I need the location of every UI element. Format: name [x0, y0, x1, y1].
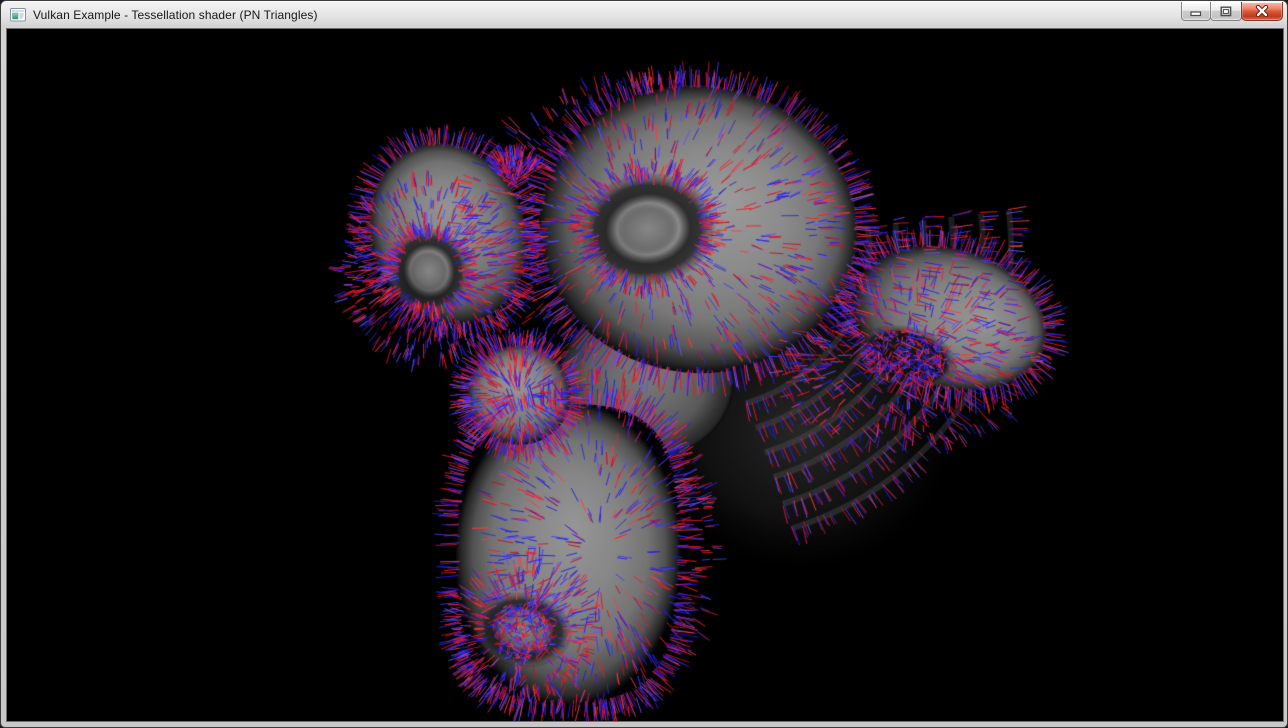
- window-title: Vulkan Example - Tessellation shader (PN…: [33, 8, 318, 22]
- minimize-button[interactable]: [1181, 2, 1211, 21]
- app-window: Vulkan Example - Tessellation shader (PN…: [0, 0, 1288, 728]
- app-icon[interactable]: [10, 7, 26, 23]
- maximize-button[interactable]: [1210, 2, 1242, 21]
- window-controls: [1182, 2, 1283, 21]
- minimize-icon: [1190, 6, 1202, 17]
- render-viewport: [7, 29, 1283, 721]
- window-titlebar[interactable]: Vulkan Example - Tessellation shader (PN…: [1, 1, 1287, 29]
- close-icon: [1255, 5, 1269, 17]
- close-button[interactable]: [1241, 2, 1283, 21]
- maximize-icon: [1220, 6, 1232, 17]
- viewport-canvas[interactable]: [7, 29, 1283, 721]
